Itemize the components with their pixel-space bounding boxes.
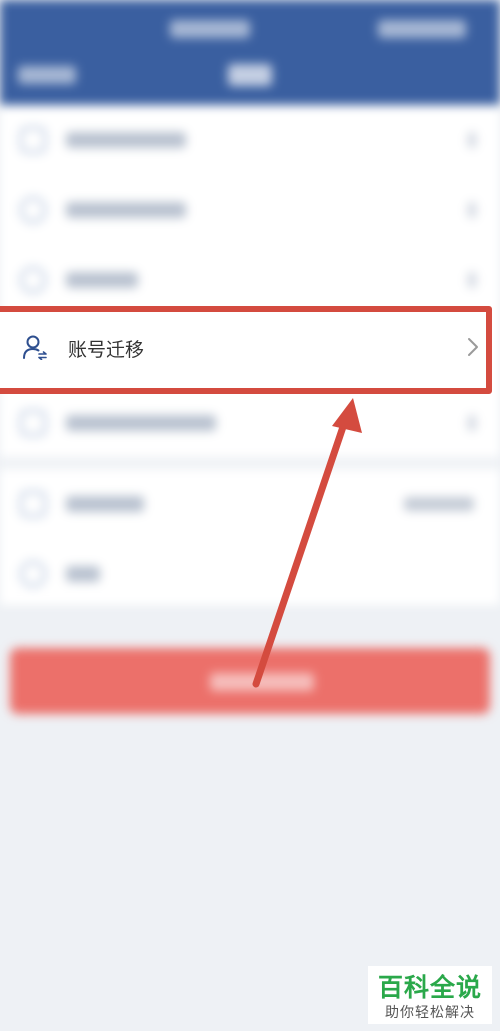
chevron-right-icon [468,338,478,356]
row-1-label [66,132,186,148]
row-5-label [66,415,216,431]
row-about-icon [20,561,46,587]
chevron-right-icon [468,272,476,288]
logout-button[interactable] [10,648,490,714]
row-version-label [66,496,144,512]
account-migration-row[interactable]: 账号迁移 [0,311,494,394]
account-migration-label: 账号迁移 [68,340,145,361]
settings-row-3[interactable] [0,245,500,315]
back-button[interactable] [18,66,76,84]
settings-row-2[interactable] [0,175,500,245]
watermark-title: 百科全说 [377,974,482,1002]
settings-row-5[interactable] [0,388,500,458]
row-version-value [404,497,474,511]
row-5-icon [20,410,46,436]
row-3-label [66,272,138,288]
chevron-right-icon [468,202,476,218]
watermark-subtitle: 助你轻松解决 [385,1004,475,1020]
row-about-label [66,566,100,582]
status-bar-right [378,20,466,38]
page-title [228,64,272,86]
status-bar-center [170,20,250,38]
row-2-icon [20,197,46,223]
row-2-label [66,202,186,218]
settings-row-about[interactable] [0,539,500,609]
user-transfer-icon [23,335,47,360]
watermark-logo: 百科全说 助你轻松解决 [368,966,492,1024]
app-header [0,0,500,105]
chevron-right-icon [468,415,476,431]
row-1-icon [20,127,46,153]
settings-row-1[interactable] [0,105,500,175]
chevron-right-icon [468,132,476,148]
logout-button-label [210,673,314,691]
section-divider [0,457,500,469]
row-3-icon [20,267,46,293]
settings-row-version [0,469,500,539]
row-version-icon [20,491,46,517]
